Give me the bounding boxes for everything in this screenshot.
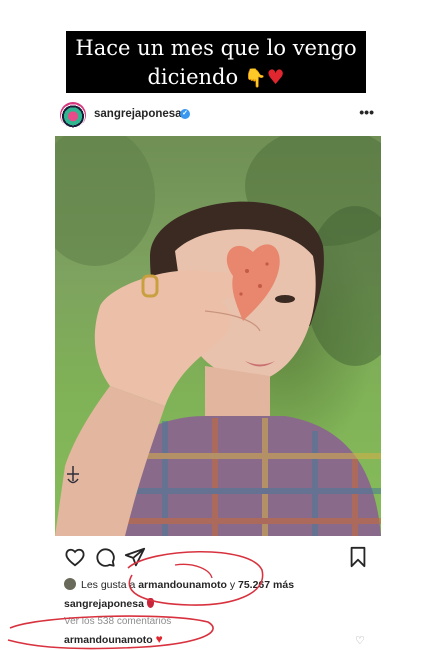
red-heart-emoji-icon: ♥ <box>266 65 285 89</box>
likes-prefix: Les gusta a <box>81 579 136 591</box>
bookmark-icon[interactable] <box>347 546 369 568</box>
verified-icon: ✓ <box>180 109 190 119</box>
likes-summary[interactable]: Les gusta a armandounamoto y 75.267 más <box>64 578 294 591</box>
post-header: sangrejaponesa ✓ ••• <box>52 100 384 130</box>
comment-username[interactable]: armandounamoto <box>64 634 153 646</box>
story-caption: Hace un mes que lo vengo diciendo 👇♥ <box>66 31 366 93</box>
story-caption-word: diciendo <box>147 65 239 89</box>
comment-icon[interactable] <box>94 546 116 568</box>
more-options-button[interactable]: ••• <box>359 104 374 120</box>
instagram-post: sangrejaponesa ✓ ••• Les gusta a armando… <box>52 100 384 650</box>
post-actions <box>52 546 384 570</box>
avatar[interactable] <box>60 102 86 128</box>
post-username[interactable]: sangrejaponesa <box>94 108 182 120</box>
likes-joiner: y <box>229 579 236 591</box>
post-caption: sangrejaponesa <box>64 598 154 610</box>
story-caption-line1: Hace un mes que lo vengo <box>75 36 357 60</box>
post-photo-illustration <box>55 136 381 536</box>
heart-icon[interactable] <box>64 546 86 568</box>
story-caption-line2: diciendo 👇♥ <box>66 63 366 93</box>
likes-count[interactable]: 75.267 más <box>238 579 294 591</box>
liker-avatar <box>64 578 76 590</box>
comment-like-heart-icon[interactable]: ♡ <box>355 634 365 647</box>
pointing-down-emoji-icon: 👇 <box>244 68 267 89</box>
view-comments-link[interactable]: Ver los 538 comentarios <box>64 616 171 627</box>
likes-username[interactable]: armandounamoto <box>138 579 227 591</box>
caption-username[interactable]: sangrejaponesa <box>64 598 144 610</box>
post-photo[interactable] <box>55 136 381 536</box>
share-icon[interactable] <box>124 546 146 568</box>
comment-row: armandounamoto ♥ <box>64 632 163 646</box>
red-heart-emoji-icon: ♥ <box>155 632 163 646</box>
chili-emoji-icon <box>146 598 154 608</box>
